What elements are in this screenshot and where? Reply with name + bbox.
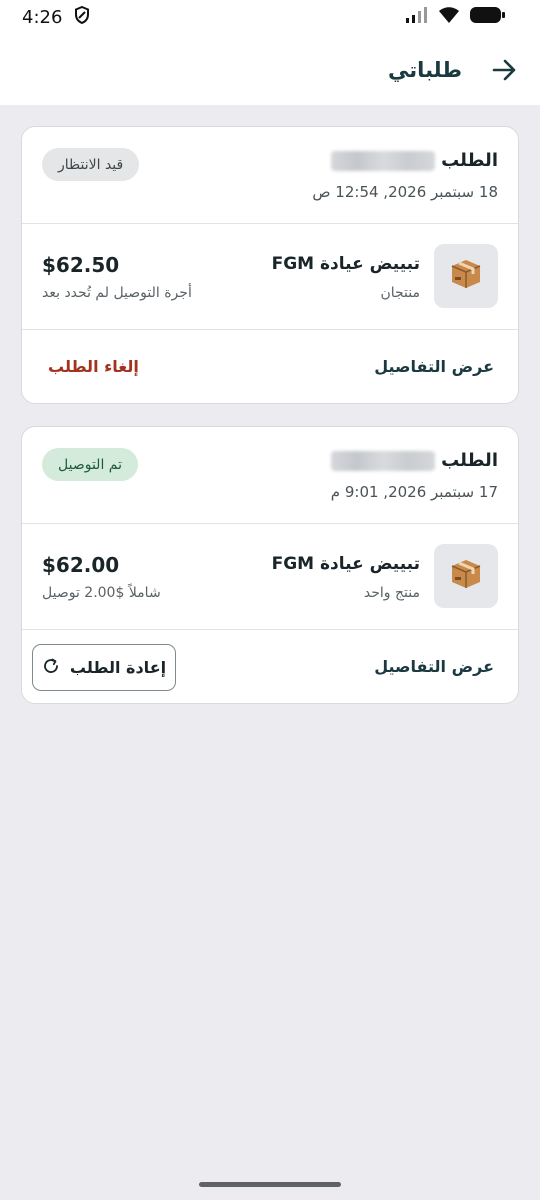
reorder-button[interactable]: إعادة الطلب <box>32 644 176 691</box>
order-price: $62.50 <box>42 253 120 277</box>
page-title: طلباتي <box>388 57 462 82</box>
order-date: 17 سبتمبر 2026, 9:01 م <box>330 483 498 501</box>
view-details-button[interactable]: عرض التفاصيل <box>374 657 494 676</box>
order-label: الطلب <box>441 150 498 171</box>
order-card-header: الطلب 17 سبتمبر 2026, 9:01 م تم التوصيل <box>22 427 518 524</box>
home-indicator <box>199 1182 341 1187</box>
order-card-footer: عرض التفاصيل إلغاء الطلب <box>22 330 518 403</box>
back-arrow-icon[interactable] <box>490 56 518 84</box>
status-left: 4:26 <box>22 5 90 29</box>
order-label: الطلب <box>441 450 498 471</box>
order-card: الطلب 17 سبتمبر 2026, 9:01 م تم التوصيل … <box>21 426 519 704</box>
order-id-redacted <box>331 450 436 471</box>
order-card-body: تبييض عيادة FGM منتجان $62.50 أجرة التوص… <box>22 224 518 330</box>
product-name: تبييض عيادة FGM <box>271 554 420 574</box>
view-details-button[interactable]: عرض التفاصيل <box>374 357 494 376</box>
price-note: شاملاً $2.00 توصيل <box>42 585 161 601</box>
app-header: طلباتي <box>0 34 540 105</box>
cancel-order-button[interactable]: إلغاء الطلب <box>48 357 139 376</box>
product-count: منتج واحد <box>363 585 420 601</box>
status-badge: تم التوصيل <box>42 448 138 481</box>
price-note: أجرة التوصيل لم تُحدد بعد <box>42 285 192 301</box>
package-icon <box>449 257 483 295</box>
product-thumbnail <box>434 244 498 308</box>
order-number-line: الطلب <box>331 450 498 471</box>
order-id-redacted <box>331 150 436 171</box>
order-date: 18 سبتمبر 2026, 12:54 ص <box>312 183 498 201</box>
product-count: منتجان <box>380 285 420 301</box>
product-name: تبييض عيادة FGM <box>271 254 420 274</box>
signal-icon <box>406 7 428 27</box>
package-icon <box>449 557 483 595</box>
product-thumbnail <box>434 544 498 608</box>
order-number-line: الطلب <box>331 150 498 171</box>
wifi-icon <box>438 6 460 28</box>
order-card-header: الطلب 18 سبتمبر 2026, 12:54 ص قيد الانتظ… <box>22 127 518 224</box>
order-card-footer: عرض التفاصيل إعادة الطلب <box>22 630 518 703</box>
status-badge: قيد الانتظار <box>42 148 140 181</box>
status-time: 4:26 <box>22 6 63 28</box>
order-card-body: تبييض عيادة FGM منتج واحد $62.00 شاملاً … <box>22 524 518 630</box>
reorder-label: إعادة الطلب <box>69 658 167 677</box>
status-bar: 4:26 <box>0 0 540 34</box>
refresh-icon <box>42 657 60 679</box>
order-card: الطلب 18 سبتمبر 2026, 12:54 ص قيد الانتظ… <box>21 126 519 404</box>
shield-icon <box>74 5 90 29</box>
status-right <box>406 6 506 28</box>
battery-icon <box>470 6 506 28</box>
order-price: $62.00 <box>42 553 120 577</box>
